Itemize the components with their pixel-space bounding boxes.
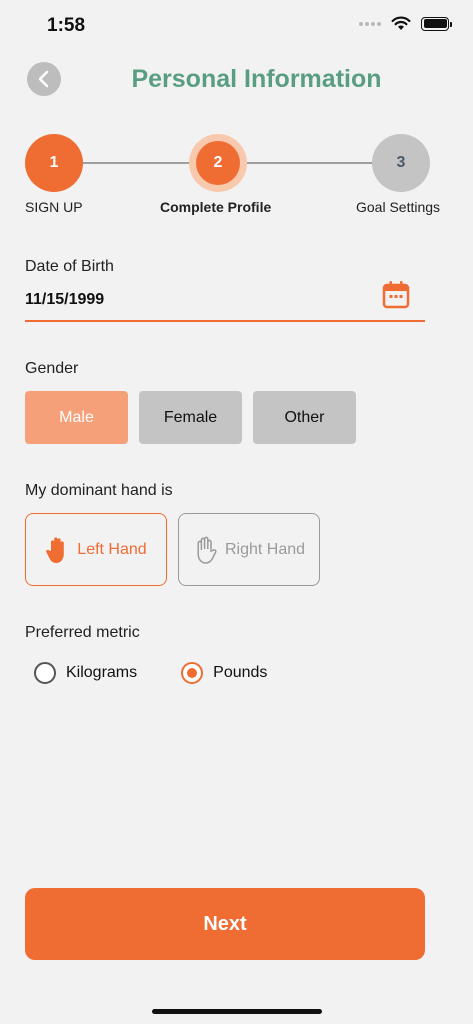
kilograms-radio[interactable] bbox=[34, 662, 56, 684]
dob-underline bbox=[25, 320, 425, 322]
dominant-hand-options: Left Hand Right Hand bbox=[25, 513, 320, 586]
pounds-label: Pounds bbox=[213, 664, 268, 681]
step-3-circle: 3 bbox=[372, 134, 430, 192]
step-2-number: 2 bbox=[213, 154, 223, 171]
home-indicator bbox=[152, 1009, 322, 1014]
right-hand-label: Right Hand bbox=[224, 540, 306, 558]
pounds-radio[interactable] bbox=[181, 662, 204, 684]
progress-stepper: 1 2 3 SIGN UP Complete Profile Goal Sett… bbox=[0, 132, 473, 222]
step-1-number: 1 bbox=[49, 154, 59, 171]
gender-male-button[interactable]: Male bbox=[25, 391, 128, 444]
dominant-hand-label: My dominant hand is bbox=[25, 482, 173, 499]
battery-icon bbox=[421, 16, 452, 31]
step-connector bbox=[82, 162, 190, 164]
gender-female-button[interactable]: Female bbox=[139, 391, 242, 444]
pounds-radio-option[interactable]: Pounds bbox=[181, 662, 267, 684]
hand-outline-icon bbox=[197, 536, 217, 564]
dob-input[interactable]: 11/15/1999 bbox=[25, 291, 104, 309]
step-connector bbox=[247, 162, 373, 164]
step-1-circle: 1 bbox=[25, 134, 83, 192]
status-icons bbox=[359, 16, 452, 31]
status-time: 1:58 bbox=[47, 15, 86, 36]
metric-options: Kilograms Pounds bbox=[34, 662, 267, 684]
signal-icon bbox=[359, 21, 381, 26]
next-button[interactable]: Next bbox=[25, 888, 425, 960]
right-hand-button[interactable]: Right Hand bbox=[178, 513, 320, 586]
step-3-number: 3 bbox=[396, 154, 406, 171]
gender-options: Male Female Other bbox=[25, 391, 356, 444]
status-bar: 1:58 bbox=[0, 0, 473, 50]
kilograms-radio-option[interactable]: Kilograms bbox=[34, 662, 137, 684]
kilograms-label: Kilograms bbox=[66, 664, 138, 681]
calendar-icon[interactable] bbox=[382, 280, 410, 310]
gender-label: Gender bbox=[25, 360, 79, 377]
step-3-label: Goal Settings bbox=[356, 199, 441, 215]
gender-other-button[interactable]: Other bbox=[253, 391, 356, 444]
wifi-icon bbox=[391, 16, 411, 30]
metric-label: Preferred metric bbox=[25, 624, 140, 641]
dob-label: Date of Birth bbox=[25, 258, 114, 275]
page-title: Personal Information bbox=[131, 65, 382, 93]
hand-icon bbox=[46, 536, 65, 563]
left-hand-button[interactable]: Left Hand bbox=[25, 513, 167, 586]
step-1-label: SIGN UP bbox=[25, 199, 83, 215]
left-hand-label: Left Hand bbox=[77, 540, 147, 558]
step-2-circle: 2 bbox=[189, 134, 247, 192]
step-2-label: Complete Profile bbox=[160, 199, 272, 215]
